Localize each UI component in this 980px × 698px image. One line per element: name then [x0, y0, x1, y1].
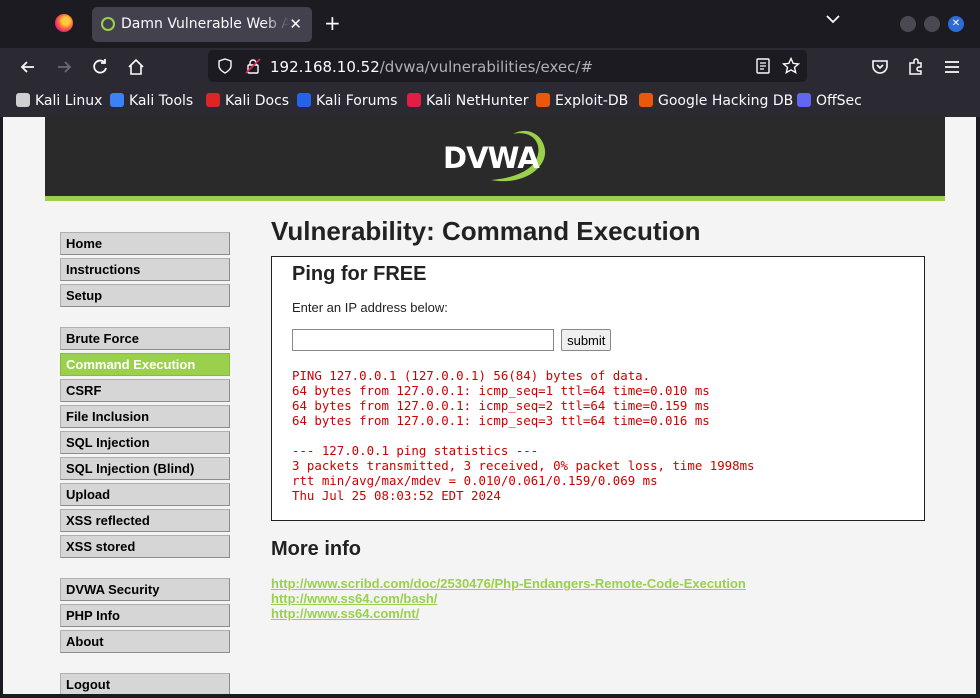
url-host: 192.168.10.52 — [270, 58, 380, 76]
submit-button[interactable]: submit — [561, 329, 612, 351]
bookmarks-toolbar: Kali Linux Kali Tools Kali Docs Kali For… — [0, 86, 980, 117]
command-output: PING 127.0.0.1 (127.0.0.1) 56(84) bytes … — [292, 368, 755, 503]
menu-group-vulnerabilities: Brute Force Command Execution CSRF File … — [60, 327, 230, 561]
bookmark-star-icon[interactable] — [782, 57, 800, 75]
menu-group-session: Logout — [60, 673, 230, 694]
web-page: DVWA Home Instructions Setup Brute Force… — [3, 117, 976, 694]
back-arrow-icon[interactable] — [18, 57, 38, 77]
tab-strip: Damn Vulnerable Web App (DVWA) v1.0.7 ::… — [0, 0, 980, 48]
maximize-button[interactable] — [924, 16, 940, 32]
address-bar[interactable]: 192.168.10.52/dvwa/vulnerabilities/exec/… — [208, 50, 807, 82]
kali-docs-icon — [206, 93, 220, 107]
offsec-icon — [797, 93, 811, 107]
ip-prompt-label: Enter an IP address below: — [292, 300, 448, 315]
dvwa-favicon-icon — [101, 17, 115, 31]
exploitdb-icon — [536, 93, 550, 107]
more-info-heading: More info — [271, 538, 361, 560]
ghdb-icon — [639, 93, 653, 107]
menu-item-setup[interactable]: Setup — [60, 284, 230, 307]
link-ss64-nt[interactable]: http://www.ss64.com/nt/ — [271, 606, 931, 621]
menu-item-about[interactable]: About — [60, 630, 230, 653]
firefox-icon[interactable] — [55, 14, 73, 32]
form-title: Ping for FREE — [292, 263, 427, 285]
menu-item-command-execution[interactable]: Command Execution — [60, 353, 230, 376]
main-content: Vulnerability: Command Execution Ping fo… — [271, 216, 931, 621]
url-text: 192.168.10.52/dvwa/vulnerabilities/exec/… — [270, 58, 593, 76]
menu-item-xss-reflected[interactable]: XSS reflected — [60, 509, 230, 532]
menu-item-instructions[interactable]: Instructions — [60, 258, 230, 281]
link-scribd[interactable]: http://www.scribd.com/doc/2530476/Php-En… — [271, 576, 931, 591]
menu-item-php-info[interactable]: PHP Info — [60, 604, 230, 627]
forward-arrow-icon[interactable] — [54, 57, 74, 77]
bookmark-label: Kali NetHunter — [426, 93, 529, 109]
bookmark-google-hacking-db[interactable]: Google Hacking DB — [639, 93, 793, 109]
menu-item-file-inclusion[interactable]: File Inclusion — [60, 405, 230, 428]
bookmark-kali-nethunter[interactable]: Kali NetHunter — [407, 93, 528, 109]
close-window-button[interactable]: ✕ — [948, 16, 964, 32]
tab-title: Damn Vulnerable Web App (DVWA) v1.0.7 ::… — [121, 16, 289, 32]
bookmark-kali-tools[interactable]: Kali Tools — [110, 93, 193, 109]
browser-tab[interactable]: Damn Vulnerable Web App (DVWA) v1.0.7 ::… — [92, 7, 312, 42]
ping-form-box: Ping for FREE Enter an IP address below:… — [271, 256, 925, 521]
menu-item-sql-injection[interactable]: SQL Injection — [60, 431, 230, 454]
reload-icon[interactable] — [90, 57, 110, 77]
menu-item-upload[interactable]: Upload — [60, 483, 230, 506]
shield-icon[interactable] — [217, 58, 233, 74]
reader-view-icon[interactable] — [755, 58, 771, 74]
ip-form-row: submit — [292, 329, 904, 351]
menu-hamburger-icon[interactable] — [942, 57, 962, 77]
extensions-icon[interactable] — [906, 57, 926, 77]
bookmark-exploit-db[interactable]: Exploit-DB — [536, 93, 628, 109]
bookmark-kali-docs[interactable]: Kali Docs — [206, 93, 289, 109]
kali-forums-icon — [297, 93, 311, 107]
bookmark-label: Google Hacking DB — [658, 93, 794, 109]
menu-item-csrf[interactable]: CSRF — [60, 379, 230, 402]
url-path: /dvwa/vulnerabilities/exec/# — [379, 58, 594, 76]
menu-item-sql-injection-blind[interactable]: SQL Injection (Blind) — [60, 457, 230, 480]
close-tab-icon[interactable]: ✕ — [289, 15, 302, 33]
menu-group-general: Home Instructions Setup — [60, 232, 230, 310]
bookmark-label: OffSec — [816, 93, 862, 109]
menu-item-logout[interactable]: Logout — [60, 673, 230, 694]
navigation-toolbar: 192.168.10.52/dvwa/vulnerabilities/exec/… — [0, 48, 980, 86]
bookmark-label: Kali Tools — [129, 93, 194, 109]
bookmark-offsec[interactable]: OffSec — [797, 93, 862, 109]
home-icon[interactable] — [126, 57, 146, 77]
nethunter-icon — [407, 93, 421, 107]
kali-icon — [16, 93, 30, 107]
bookmark-label: Kali Forums — [316, 93, 398, 109]
ip-input[interactable] — [292, 329, 554, 351]
insecure-lock-icon[interactable] — [245, 58, 261, 74]
menu-item-brute-force[interactable]: Brute Force — [60, 327, 230, 350]
new-tab-icon[interactable]: + — [324, 11, 341, 35]
page-title: Vulnerability: Command Execution — [271, 216, 701, 246]
logo-text: DVWA — [443, 141, 540, 175]
kali-tools-icon — [110, 93, 124, 107]
menu-item-home[interactable]: Home — [60, 232, 230, 255]
menu-item-xss-stored[interactable]: XSS stored — [60, 535, 230, 558]
bookmark-label: Exploit-DB — [555, 93, 629, 109]
dvwa-header: DVWA — [45, 117, 945, 201]
bookmark-label: Kali Linux — [35, 93, 103, 109]
bookmark-kali-forums[interactable]: Kali Forums — [297, 93, 397, 109]
chevron-down-icon[interactable] — [826, 14, 840, 24]
bookmark-label: Kali Docs — [225, 93, 290, 109]
menu-item-dvwa-security[interactable]: DVWA Security — [60, 578, 230, 601]
bookmark-kali-linux[interactable]: Kali Linux — [16, 93, 102, 109]
pocket-icon[interactable] — [870, 57, 890, 77]
link-ss64-bash[interactable]: http://www.ss64.com/bash/ — [271, 591, 931, 606]
dvwa-logo: DVWA — [443, 128, 553, 188]
menu-group-info: DVWA Security PHP Info About — [60, 578, 230, 656]
minimize-button[interactable] — [900, 16, 916, 32]
